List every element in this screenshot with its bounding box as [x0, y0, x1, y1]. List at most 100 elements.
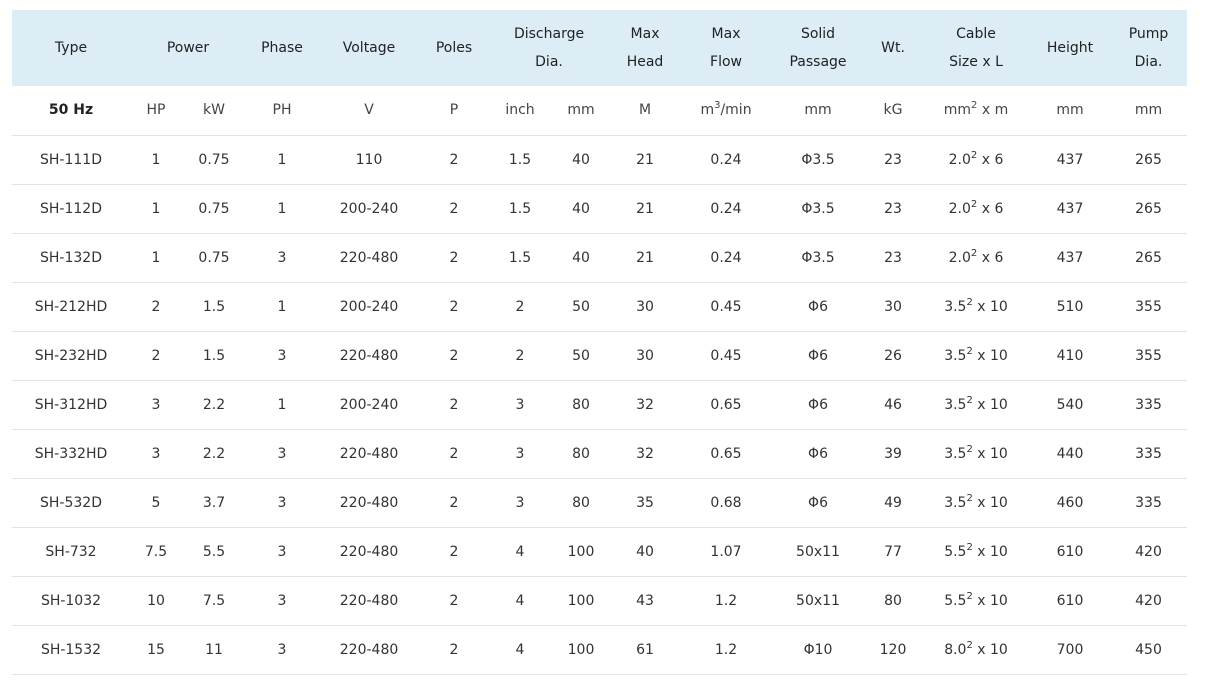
cell-cable-rest: x 10 — [972, 494, 1008, 511]
cell-flow: 0.45 — [710, 347, 742, 364]
cell-inch: 3 — [515, 445, 525, 462]
cell-poles: 2 — [449, 592, 459, 609]
cell-inch: 1.5 — [508, 249, 532, 266]
cell-cable-base: 2.0 — [948, 151, 971, 168]
cell-mm: 100 — [567, 543, 595, 560]
cell-hp: 10 — [147, 592, 165, 609]
cell-solid: Φ6 — [808, 298, 828, 315]
unit-flow: m3/min — [680, 86, 772, 135]
cell-cable: 5.52 x 10 — [922, 527, 1030, 576]
cell-mm: 80 — [572, 396, 590, 413]
cell-cable-rest: x 6 — [977, 151, 1004, 168]
cell-hp: 1 — [151, 200, 161, 217]
cell-solid: Φ3.5 — [801, 249, 835, 266]
header-discharge-dia: Discharge Dia. — [488, 10, 610, 86]
cell-weight: 23 — [884, 151, 902, 168]
cell-poles: 2 — [449, 396, 459, 413]
cell-pump-dia: 335 — [1135, 396, 1162, 413]
unit-solid: mm — [804, 102, 832, 119]
cell-flow: 0.45 — [710, 298, 742, 315]
cell-cable-rest: x 6 — [977, 200, 1004, 217]
unit-flow-base: m — [700, 102, 715, 119]
cell-pump-dia: 420 — [1135, 592, 1162, 609]
cell-height: 437 — [1056, 200, 1084, 217]
table-body: 50 Hz HP kW PH V P inch mm M m3/min mm k… — [12, 86, 1188, 674]
cell-kw: 0.75 — [198, 249, 230, 266]
cell-flow: 1.07 — [710, 543, 742, 560]
header-cable: Cable Size x L — [922, 10, 1030, 86]
unit-weight: kG — [883, 102, 903, 119]
units-row: 50 Hz HP kW PH V P inch mm M m3/min mm k… — [12, 86, 1188, 135]
unit-voltage: V — [364, 102, 374, 119]
cell-cable-base: 8.0 — [944, 641, 967, 658]
table-row: SH-111D 1 0.75 1 110 2 1.5 40 21 0.24 Φ3.5 23 2.02 x… — [12, 135, 1188, 184]
cell-mm: 80 — [572, 494, 590, 511]
cell-solid: Φ3.5 — [801, 200, 835, 217]
cell-cable-rest: x 10 — [972, 347, 1008, 364]
cell-type: SH-212HD — [34, 298, 108, 315]
cell-poles: 2 — [449, 151, 459, 168]
cell-cable-rest: x 10 — [972, 641, 1008, 658]
unit-kw: kW — [203, 102, 225, 119]
header-discharge-line2: Dia. — [535, 54, 563, 70]
header-max-head-line2: Head — [626, 54, 664, 70]
cell-weight: 120 — [879, 641, 907, 658]
unit-hp: HP — [146, 102, 166, 119]
unit-head: M — [638, 102, 652, 119]
cell-cable-rest: x 10 — [972, 543, 1008, 560]
cell-hp: 15 — [147, 641, 165, 658]
header-max-flow: Max Flow — [680, 10, 772, 86]
cell-head: 40 — [636, 543, 654, 560]
cell-kw: 0.75 — [198, 151, 230, 168]
cell-height: 510 — [1056, 298, 1084, 315]
cell-weight: 23 — [884, 249, 902, 266]
cell-type: SH-1532 — [40, 641, 102, 658]
cell-cable-rest: x 10 — [972, 592, 1008, 609]
cell-head: 21 — [636, 200, 654, 217]
cell-weight: 23 — [884, 200, 902, 217]
cell-cable: 3.52 x 10 — [922, 380, 1030, 429]
cell-hp: 5 — [151, 494, 161, 511]
header-voltage: Voltage — [342, 40, 396, 56]
cell-type: SH-332HD — [34, 445, 108, 462]
cell-phase: 1 — [277, 151, 287, 168]
cell-mm: 40 — [572, 249, 590, 266]
cell-voltage: 200-240 — [339, 298, 399, 315]
cell-voltage: 220-480 — [339, 592, 399, 609]
header-type: Type — [54, 40, 88, 56]
cell-cable-rest: x 10 — [972, 396, 1008, 413]
cell-solid: Φ3.5 — [801, 151, 835, 168]
cell-voltage: 200-240 — [339, 396, 399, 413]
cell-kw: 2.2 — [202, 396, 226, 413]
cell-type: SH-232HD — [34, 347, 108, 364]
cell-voltage: 200-240 — [339, 200, 399, 217]
unit-cable-base: mm — [943, 102, 972, 119]
cell-cable-base: 3.5 — [944, 494, 967, 511]
header-solid-passage-line2: Passage — [789, 54, 847, 70]
table-header: Type Power Phase Voltage Poles Discharge… — [12, 10, 1188, 86]
cell-weight: 39 — [884, 445, 902, 462]
cell-voltage: 220-480 — [339, 445, 399, 462]
cell-phase: 3 — [277, 249, 287, 266]
cell-hp: 1 — [151, 249, 161, 266]
table-row: SH-112D 1 0.75 1 200-240 2 1.5 40 21 0.24 Φ3.5 23 2.… — [12, 184, 1188, 233]
unit-pump-dia: mm — [1134, 102, 1163, 119]
cell-poles: 2 — [449, 200, 459, 217]
cell-pump-dia: 265 — [1135, 249, 1162, 266]
cell-height: 540 — [1056, 396, 1084, 413]
cell-height: 437 — [1056, 151, 1084, 168]
cell-head: 21 — [636, 151, 654, 168]
cell-inch: 2 — [515, 347, 525, 364]
cell-height: 460 — [1056, 494, 1084, 511]
unit-mm: mm — [567, 102, 595, 119]
cell-mm: 40 — [572, 200, 590, 217]
header-solid-passage-line1: Solid — [800, 26, 836, 42]
cell-pump-dia: 335 — [1135, 445, 1162, 462]
cell-cable: 2.02 x 6 — [922, 233, 1030, 282]
cell-cable-base: 3.5 — [944, 298, 967, 315]
unit-inch: inch — [505, 102, 535, 119]
cell-phase: 3 — [277, 641, 287, 658]
header-pump-dia-line1: Pump — [1128, 26, 1169, 42]
cell-height: 437 — [1056, 249, 1084, 266]
header-weight: Wt. — [881, 40, 905, 56]
